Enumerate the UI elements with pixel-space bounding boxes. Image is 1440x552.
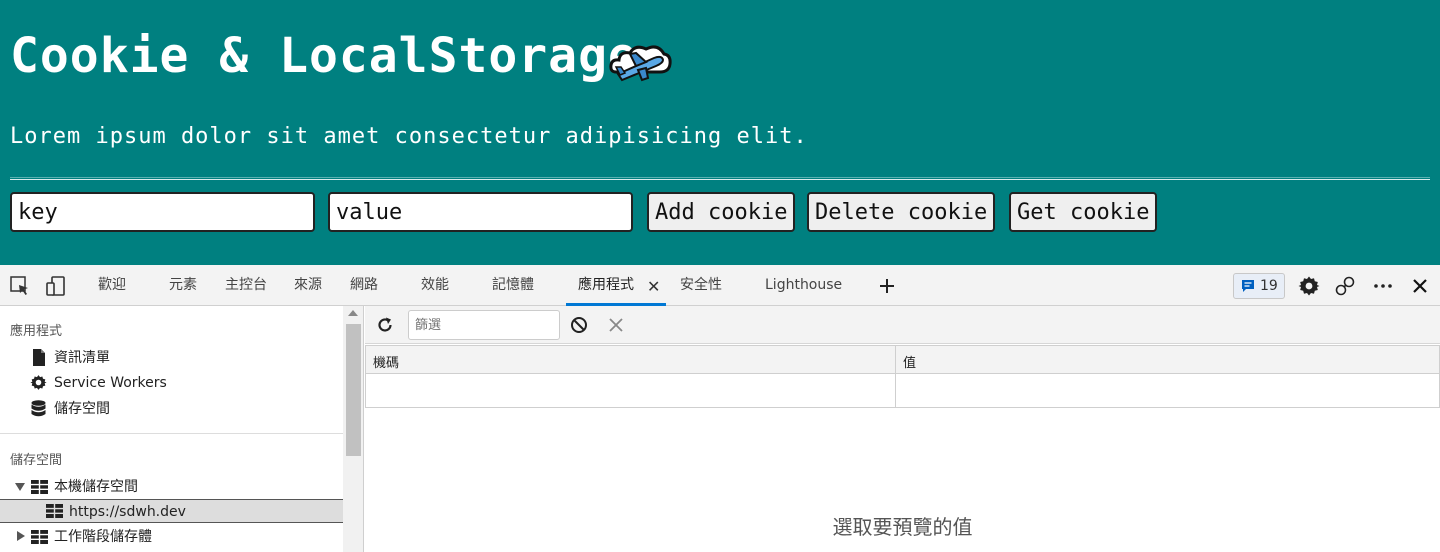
application-sidebar: 應用程式 資訊清單 Service Workers 儲存空間 儲存空間 本機儲存…	[0, 306, 364, 552]
close-devtools-icon[interactable]	[1409, 275, 1431, 297]
delete-cookie-button[interactable]: Delete cookie	[807, 192, 996, 232]
expand-arrow-icon[interactable]	[15, 483, 25, 491]
sidebar-item-storage[interactable]: 儲存空間	[54, 399, 110, 419]
get-cookie-button[interactable]: Get cookie	[1009, 192, 1158, 232]
scroll-up-arrow-icon[interactable]	[348, 310, 358, 316]
storage-panel: 機碼 值 選取要預覽的值	[365, 306, 1440, 552]
delete-selected-icon[interactable]	[608, 317, 624, 333]
filter-input[interactable]	[408, 310, 560, 340]
issues-badge[interactable]: 19	[1233, 273, 1285, 299]
airplane-cloud-icon	[609, 45, 672, 82]
tab-welcome[interactable]: 歡迎	[98, 265, 126, 306]
tab-memory[interactable]: 記憶體	[492, 265, 534, 306]
sidebar-section-application: 應用程式	[10, 324, 63, 339]
web-page: Cookie & LocalStorage Lorem ipsum dolor …	[0, 0, 1440, 265]
key-input[interactable]	[10, 192, 315, 232]
storage-table: 機碼 值	[365, 345, 1440, 408]
add-tab-icon[interactable]	[876, 275, 898, 297]
sidebar-section-storage: 儲存空間	[10, 453, 63, 468]
column-header-value[interactable]: 值	[903, 352, 916, 371]
message-icon	[1242, 280, 1254, 292]
close-tab-icon[interactable]: ✕	[647, 277, 660, 296]
table-icon	[46, 504, 63, 518]
column-header-key[interactable]: 機碼	[373, 352, 399, 371]
table-icon	[31, 530, 48, 544]
sidebar-item-manifest[interactable]: 資訊清單	[54, 348, 110, 368]
scrollbar-thumb[interactable]	[346, 324, 361, 456]
clear-all-icon[interactable]	[570, 316, 588, 334]
customize-icon[interactable]	[1334, 275, 1356, 297]
storage-toolbar	[365, 306, 1440, 344]
add-cookie-button[interactable]: Add cookie	[647, 192, 796, 232]
tab-console[interactable]: 主控台	[225, 265, 267, 306]
tab-lighthouse[interactable]: Lighthouse	[765, 265, 842, 306]
tab-elements[interactable]: 元素	[169, 265, 197, 306]
tab-security[interactable]: 安全性	[680, 265, 722, 306]
devtools-tabbar: 歡迎 元素 主控台 來源 網路 效能 記憶體 應用程式 ✕ 安全性 Lighth…	[0, 265, 1440, 306]
collapse-arrow-icon[interactable]	[17, 531, 25, 541]
sidebar-divider	[0, 433, 343, 434]
page-title: Cookie & LocalStorage	[10, 28, 638, 84]
database-icon	[31, 400, 46, 417]
gear-icon	[30, 375, 47, 390]
value-input[interactable]	[328, 192, 633, 232]
table-header: 機碼 值	[366, 346, 1439, 374]
tab-sources[interactable]: 來源	[294, 265, 322, 306]
sidebar-item-service-workers[interactable]: Service Workers	[54, 373, 167, 393]
tab-performance[interactable]: 效能	[421, 265, 449, 306]
tab-application[interactable]: 應用程式	[578, 265, 634, 306]
file-icon	[33, 349, 45, 366]
more-options-icon[interactable]	[1372, 275, 1394, 297]
column-divider[interactable]	[895, 346, 896, 407]
device-toolbar-icon[interactable]	[45, 275, 67, 297]
page-description: Lorem ipsum dolor sit amet consectetur a…	[10, 124, 808, 149]
tab-network[interactable]: 網路	[350, 265, 378, 306]
sidebar-item-session-storage[interactable]: 工作階段儲存體	[54, 527, 152, 547]
issues-count: 19	[1260, 278, 1278, 294]
inspect-element-icon[interactable]	[9, 275, 31, 297]
refresh-icon[interactable]	[376, 316, 394, 334]
horizontal-rule	[10, 177, 1430, 180]
table-icon	[31, 480, 48, 494]
preview-placeholder: 選取要預覽的值	[832, 515, 973, 539]
settings-gear-icon[interactable]	[1298, 275, 1320, 297]
sidebar-item-local-storage[interactable]: 本機儲存空間	[54, 477, 138, 497]
sidebar-item-local-origin[interactable]: https://sdwh.dev	[69, 502, 186, 522]
